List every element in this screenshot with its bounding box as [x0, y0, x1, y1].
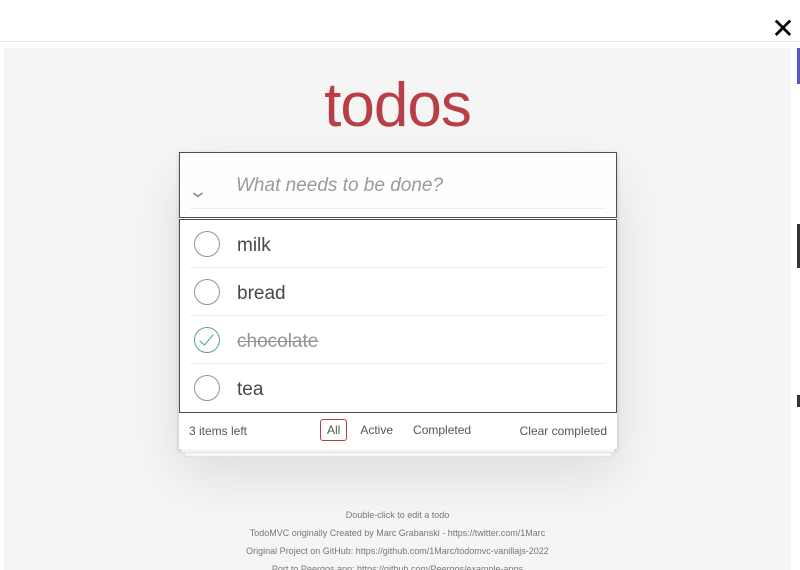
chevron-down-icon[interactable]: ⌄: [184, 181, 212, 201]
app-frame: todos ⌄ milk bread chocolate tea: [4, 48, 791, 570]
credit-text[interactable]: TodoMVC originally Created by Marc Graba…: [4, 524, 791, 542]
new-todo-input[interactable]: [236, 173, 596, 199]
list-item[interactable]: tea: [190, 364, 606, 412]
circle-checkbox-icon[interactable]: [194, 279, 220, 305]
todo-app: ⌄ milk bread chocolate tea 3 items: [179, 152, 617, 457]
todo-list: milk bread chocolate tea: [179, 219, 617, 413]
close-icon[interactable]: ✕: [770, 14, 796, 44]
edit-hint: Double-click to edit a todo: [345, 510, 450, 520]
todo-header: ⌄: [179, 152, 617, 218]
circle-checkbox-icon[interactable]: [194, 375, 220, 401]
app-title: todos: [324, 71, 472, 140]
list-item[interactable]: chocolate: [190, 316, 606, 364]
todo-label[interactable]: bread: [237, 283, 286, 305]
clear-completed-button[interactable]: Clear completed: [520, 424, 607, 438]
info-footer: Double-click to edit a todo TodoMVC orig…: [4, 506, 791, 570]
todo-label[interactable]: milk: [237, 235, 271, 257]
port-text[interactable]: Port to Peergos app: https://github.com/…: [4, 560, 791, 570]
browser-top-bar: [0, 0, 800, 42]
original-project-text[interactable]: Original Project on GitHub: https://gith…: [4, 542, 791, 560]
todo-label[interactable]: chocolate: [237, 331, 318, 353]
stack-shadow: [184, 453, 612, 457]
circle-checkbox-icon[interactable]: [194, 231, 220, 257]
list-item[interactable]: bread: [190, 268, 606, 316]
filter-active[interactable]: Active: [353, 419, 400, 441]
list-item[interactable]: milk: [190, 220, 606, 268]
items-left-count: 3 items left: [189, 424, 248, 438]
input-underline: [190, 208, 606, 209]
filter-completed[interactable]: Completed: [406, 419, 478, 441]
checkmark-icon[interactable]: [194, 327, 220, 353]
filter-tabs: All Active Completed: [320, 419, 478, 441]
filter-all[interactable]: All: [320, 419, 348, 441]
todo-label[interactable]: tea: [237, 379, 263, 401]
todo-footer: 3 items left All Active Completed Clear …: [179, 413, 617, 457]
